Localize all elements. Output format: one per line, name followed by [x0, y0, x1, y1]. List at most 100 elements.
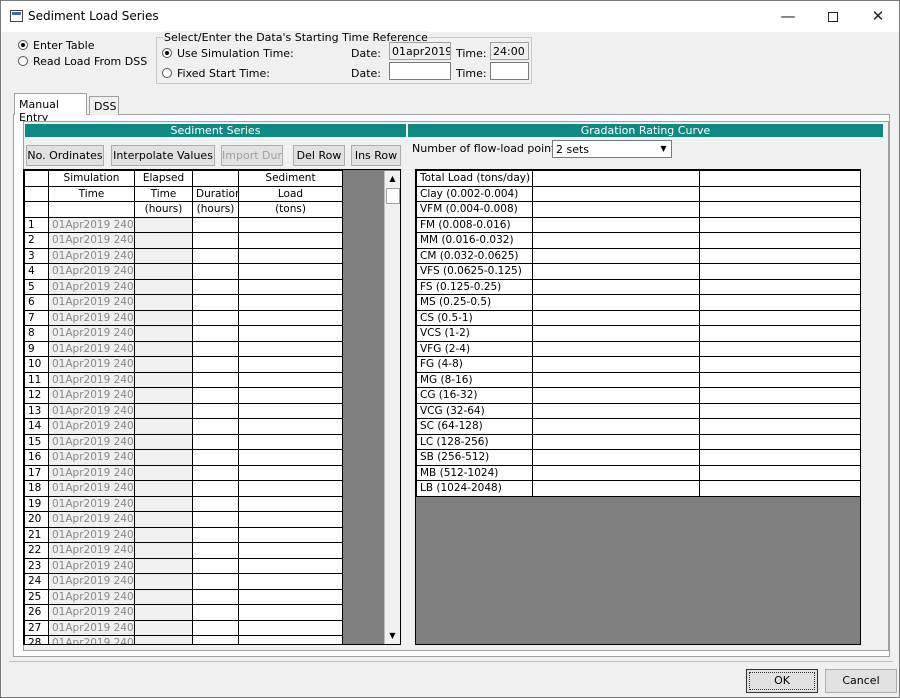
tab-dss[interactable]: DSS [89, 96, 119, 115]
gradation-set-cell[interactable] [532, 433, 700, 450]
row-number[interactable]: 16 [24, 449, 49, 466]
elapsed-time-cell[interactable] [134, 418, 193, 435]
row-number[interactable]: 20 [24, 511, 49, 528]
duration-cell[interactable] [192, 635, 239, 644]
row-number[interactable]: 4 [24, 263, 49, 280]
sediment-load-cell[interactable] [238, 216, 343, 233]
elapsed-time-cell[interactable] [134, 433, 193, 450]
row-number[interactable]: 3 [24, 247, 49, 264]
elapsed-time-cell[interactable] [134, 232, 193, 249]
row-number[interactable]: 11 [24, 371, 49, 388]
gradation-set-cell[interactable] [532, 309, 700, 326]
sediment-load-cell[interactable] [238, 309, 343, 326]
fixed-time-field[interactable] [490, 62, 529, 80]
gradation-set-cell[interactable] [532, 232, 700, 249]
duration-cell[interactable] [192, 263, 239, 280]
tab-manual-entry[interactable]: Manual Entry [14, 93, 87, 124]
gradation-set-cell[interactable] [532, 464, 700, 481]
elapsed-time-cell[interactable] [134, 449, 193, 466]
no-ordinates-button[interactable]: No. Ordinates [26, 145, 104, 166]
sediment-load-cell[interactable] [238, 433, 343, 450]
elapsed-time-cell[interactable] [134, 635, 193, 644]
elapsed-time-cell[interactable] [134, 387, 193, 404]
elapsed-time-cell[interactable] [134, 526, 193, 543]
sediment-load-cell[interactable] [238, 402, 343, 419]
duration-cell[interactable] [192, 325, 239, 342]
sediment-load-cell[interactable] [238, 495, 343, 512]
row-number[interactable]: 6 [24, 294, 49, 311]
duration-cell[interactable] [192, 418, 239, 435]
row-number[interactable]: 1 [24, 216, 49, 233]
duration-cell[interactable] [192, 294, 239, 311]
duration-cell[interactable] [192, 340, 239, 357]
elapsed-time-cell[interactable] [134, 247, 193, 264]
gradation-set-cell[interactable] [699, 216, 860, 233]
elapsed-time-cell[interactable] [134, 557, 193, 574]
elapsed-time-cell[interactable] [134, 619, 193, 636]
duration-cell[interactable] [192, 387, 239, 404]
sediment-load-cell[interactable] [238, 526, 343, 543]
duration-cell[interactable] [192, 278, 239, 295]
sediment-load-cell[interactable] [238, 418, 343, 435]
row-number[interactable]: 14 [24, 418, 49, 435]
elapsed-time-cell[interactable] [134, 356, 193, 373]
row-number[interactable]: 27 [24, 619, 49, 636]
flow-load-points-select[interactable]: 2 sets ▼ [552, 140, 672, 158]
gradation-set-cell[interactable] [532, 449, 700, 466]
scroll-up-arrow-icon[interactable]: ▲ [385, 171, 400, 187]
radio-unselected-icon[interactable] [162, 68, 172, 78]
duration-cell[interactable] [192, 573, 239, 590]
elapsed-time-cell[interactable] [134, 216, 193, 233]
duration-cell[interactable] [192, 511, 239, 528]
row-number[interactable]: 13 [24, 402, 49, 419]
sediment-load-cell[interactable] [238, 480, 343, 497]
elapsed-time-cell[interactable] [134, 278, 193, 295]
elapsed-time-cell[interactable] [134, 309, 193, 326]
gradation-set-cell[interactable] [532, 480, 700, 497]
fixed-date-field[interactable] [389, 62, 451, 80]
row-number[interactable]: 9 [24, 340, 49, 357]
gradation-set-cell[interactable] [532, 201, 700, 218]
elapsed-time-cell[interactable] [134, 340, 193, 357]
row-number[interactable]: 21 [24, 526, 49, 543]
gradation-set-cell[interactable] [699, 309, 860, 326]
gradation-set-cell[interactable] [699, 185, 860, 202]
gradation-set-cell[interactable] [532, 170, 700, 187]
sediment-load-cell[interactable] [238, 635, 343, 644]
cancel-button[interactable]: Cancel [825, 669, 897, 693]
row-number[interactable]: 2 [24, 232, 49, 249]
elapsed-time-cell[interactable] [134, 480, 193, 497]
duration-cell[interactable] [192, 449, 239, 466]
duration-cell[interactable] [192, 480, 239, 497]
elapsed-time-cell[interactable] [134, 495, 193, 512]
gradation-set-cell[interactable] [699, 402, 860, 419]
duration-cell[interactable] [192, 247, 239, 264]
sediment-load-cell[interactable] [238, 573, 343, 590]
gradation-set-cell[interactable] [699, 449, 860, 466]
sediment-load-cell[interactable] [238, 325, 343, 342]
row-number[interactable]: 23 [24, 557, 49, 574]
row-number[interactable]: 22 [24, 542, 49, 559]
chevron-down-icon[interactable]: ▼ [656, 141, 671, 157]
duration-cell[interactable] [192, 557, 239, 574]
interpolate-values-button[interactable]: Interpolate Values [111, 145, 215, 166]
gradation-set-cell[interactable] [699, 371, 860, 388]
duration-cell[interactable] [192, 433, 239, 450]
elapsed-time-cell[interactable] [134, 263, 193, 280]
elapsed-time-cell[interactable] [134, 464, 193, 481]
gradation-set-cell[interactable] [532, 325, 700, 342]
gradation-set-cell[interactable] [699, 387, 860, 404]
radio-unselected-icon[interactable] [18, 56, 28, 66]
gradation-set-cell[interactable] [699, 247, 860, 264]
row-number[interactable]: 19 [24, 495, 49, 512]
gradation-set-cell[interactable] [699, 201, 860, 218]
gradation-set-cell[interactable] [699, 356, 860, 373]
elapsed-time-cell[interactable] [134, 604, 193, 621]
gradation-set-cell[interactable] [699, 263, 860, 280]
elapsed-time-cell[interactable] [134, 325, 193, 342]
radio-selected-icon[interactable] [18, 40, 28, 50]
sediment-load-cell[interactable] [238, 604, 343, 621]
sediment-load-cell[interactable] [238, 340, 343, 357]
elapsed-time-cell[interactable] [134, 294, 193, 311]
close-button[interactable]: ✕ [855, 1, 899, 32]
